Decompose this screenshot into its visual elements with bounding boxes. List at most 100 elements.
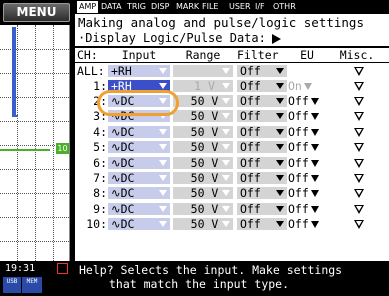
waveform-trace xyxy=(0,149,50,151)
left-panel: MENU 10 19:31 USB MEM xyxy=(0,0,73,296)
input-select[interactable]: ∿DC xyxy=(108,172,170,185)
tab-data[interactable]: DATA xyxy=(101,1,122,13)
filter-select[interactable]: Off xyxy=(237,94,287,108)
all-input-select[interactable]: +RH xyxy=(108,65,170,78)
eu-select[interactable]: Off xyxy=(288,141,326,154)
eu-select[interactable]: Off xyxy=(288,155,326,170)
filter-select[interactable]: Off xyxy=(237,141,287,154)
grid-line xyxy=(35,25,36,261)
eu-value: Off xyxy=(288,171,309,185)
filter-value: Off xyxy=(240,94,261,108)
ch1-range-select[interactable]: 1 V xyxy=(173,79,233,93)
col-ch: CH: xyxy=(77,48,98,62)
input-value: ∿DC xyxy=(111,155,135,170)
misc-menu-icon[interactable] xyxy=(354,204,364,214)
dropdown-icon xyxy=(310,205,319,213)
eu-value: Off xyxy=(288,94,309,108)
filter-select[interactable]: Off xyxy=(237,110,287,123)
filter-select[interactable]: Off xyxy=(237,171,287,185)
grid-line xyxy=(0,169,69,170)
eu-value: Off xyxy=(288,155,309,170)
input-select[interactable]: ∿DC xyxy=(108,218,170,231)
input-value: ∿DC xyxy=(111,186,135,201)
ch-label: 6: xyxy=(93,155,107,170)
eu-select[interactable]: Off xyxy=(288,110,326,123)
filter-select[interactable]: Off xyxy=(237,156,287,169)
channel-marker: 10 xyxy=(56,143,69,154)
tab-othr[interactable]: OTHR xyxy=(273,1,296,13)
menu-button[interactable]: MENU xyxy=(3,3,70,22)
range-select[interactable]: 50 V xyxy=(173,141,233,154)
range-select[interactable]: 50 V xyxy=(173,187,233,200)
filter-select[interactable]: Off xyxy=(237,124,287,139)
range-value: 50 V xyxy=(190,94,219,108)
misc-menu-icon[interactable] xyxy=(354,143,364,153)
range-select[interactable]: 50 V xyxy=(173,172,233,185)
tab-trig[interactable]: TRIG xyxy=(127,1,146,13)
display-logic-pulse-option[interactable]: ·Display Logic/Pulse Data: xyxy=(75,31,389,46)
eu-select[interactable]: Off xyxy=(288,95,326,108)
misc-menu-icon[interactable] xyxy=(354,220,364,230)
help-message: Help? Selects the input. Make settings t… xyxy=(75,261,389,296)
grid-line xyxy=(17,25,18,261)
input-select[interactable]: ∿DC xyxy=(108,155,170,170)
misc-menu-icon[interactable] xyxy=(354,158,364,168)
tab-amp[interactable]: AMP xyxy=(77,1,99,13)
input-select[interactable]: ∿DC xyxy=(108,141,170,154)
ch-label: 8: xyxy=(93,186,107,201)
input-select[interactable]: ∿DC xyxy=(108,186,170,201)
misc-menu-icon[interactable] xyxy=(354,67,364,76)
misc-menu-icon[interactable] xyxy=(354,82,364,91)
table-row: 7: ∿DC 50 V Off Off xyxy=(75,172,389,185)
tab-if[interactable]: I/F xyxy=(255,1,265,13)
eu-select[interactable]: Off xyxy=(288,202,326,216)
ch1-filter-select[interactable]: Off xyxy=(237,80,287,93)
range-select[interactable]: 50 V xyxy=(173,125,233,138)
misc-menu-icon[interactable] xyxy=(354,127,364,137)
play-arrow-icon[interactable] xyxy=(271,33,281,44)
dropdown-icon xyxy=(276,98,284,104)
eu-select[interactable]: Off xyxy=(288,218,326,231)
dropdown-icon xyxy=(310,175,319,182)
input-select[interactable]: ∿DC xyxy=(108,201,170,216)
dropdown-icon xyxy=(159,83,167,89)
filter-select[interactable]: Off xyxy=(237,187,287,200)
ch-label: 5: xyxy=(93,140,107,155)
tab-file[interactable]: FILE xyxy=(202,1,218,13)
input-select[interactable]: ∿DC xyxy=(108,125,170,138)
filter-value: Off xyxy=(240,124,261,139)
help-line-2: that match the input type. xyxy=(109,277,290,291)
misc-menu-icon[interactable] xyxy=(354,189,364,199)
input-value: ∿DC xyxy=(111,201,135,216)
grid-line xyxy=(0,241,69,242)
tab-disp[interactable]: DISP xyxy=(151,1,169,13)
dropdown-icon xyxy=(222,205,230,212)
eu-select[interactable]: Off xyxy=(288,172,326,185)
range-value: 50 V xyxy=(190,109,219,124)
ch1-eu-select[interactable]: On xyxy=(288,80,326,93)
dropdown-icon xyxy=(276,205,284,212)
all-filter-select[interactable]: Off xyxy=(237,65,287,78)
help-line-1: Help? Selects the input. Make settings xyxy=(79,263,343,277)
eu-select[interactable]: Off xyxy=(288,187,326,200)
eu-select[interactable]: Off xyxy=(288,125,326,139)
misc-menu-icon[interactable] xyxy=(354,174,364,183)
filter-select[interactable]: Off xyxy=(237,218,287,231)
clock: 19:31 xyxy=(5,263,36,274)
misc-menu-icon[interactable] xyxy=(354,97,364,106)
range-select[interactable]: 50 V xyxy=(173,156,233,169)
range-select[interactable]: 50 V xyxy=(173,94,233,108)
misc-menu-icon[interactable] xyxy=(354,112,364,122)
tab-mark[interactable]: MARK xyxy=(176,1,199,13)
filter-select[interactable]: Off xyxy=(237,202,287,215)
waveform-monitor: 10 xyxy=(0,25,70,261)
range-select[interactable]: 50 V xyxy=(173,109,233,124)
range-select[interactable]: 50 V xyxy=(173,202,233,215)
col-misc: Misc. xyxy=(339,48,375,62)
range-value: 1 V xyxy=(194,79,215,93)
dropdown-icon xyxy=(276,221,284,228)
filter-value: Off xyxy=(240,171,261,185)
range-select[interactable]: 50 V xyxy=(173,218,233,231)
all-range-select[interactable] xyxy=(173,65,233,77)
tab-user[interactable]: USER xyxy=(229,1,251,13)
